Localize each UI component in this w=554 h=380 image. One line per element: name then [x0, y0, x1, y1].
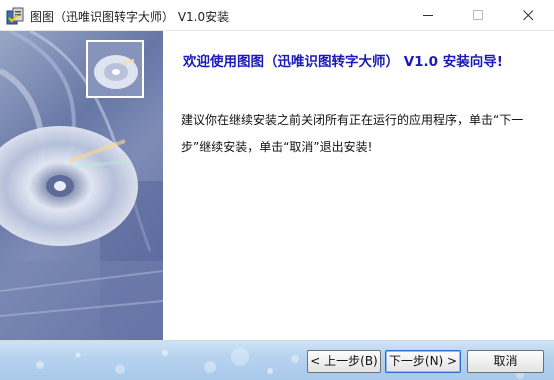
button-bar: < 上一步(B) 下一步(N) > 取消 — [0, 340, 554, 380]
installer-icon — [6, 6, 26, 26]
instruction-text: 建议你在继续安装之前关闭所有正在运行的应用程序，单击“下一步”继续安装，单击“取… — [181, 113, 524, 154]
minimize-button[interactable] — [405, 0, 451, 30]
cancel-button[interactable]: 取消 — [467, 350, 544, 373]
maximize-icon — [473, 10, 483, 20]
close-button[interactable] — [505, 0, 551, 30]
wizard-content: 欢迎使用图图（迅唯识图转字大师） V1.0 安装向导! 建议你在继续安装之前关闭… — [163, 31, 554, 340]
cd-thumbnail-icon — [86, 40, 144, 98]
maximize-button[interactable] — [455, 0, 501, 30]
back-button[interactable]: < 上一步(B) — [307, 350, 381, 373]
minimize-icon — [423, 15, 433, 16]
window-title: 图图（迅唯识图转字大师） V1.0安装 — [30, 10, 230, 24]
welcome-heading: 欢迎使用图图（迅唯识图转字大师） V1.0 安装向导! — [183, 54, 503, 70]
next-button[interactable]: 下一步(N) > — [385, 350, 461, 373]
wizard-banner-image — [0, 31, 163, 340]
title-bar: 图图（迅唯识图转字大师） V1.0安装 — [0, 0, 554, 31]
close-icon — [523, 10, 534, 21]
